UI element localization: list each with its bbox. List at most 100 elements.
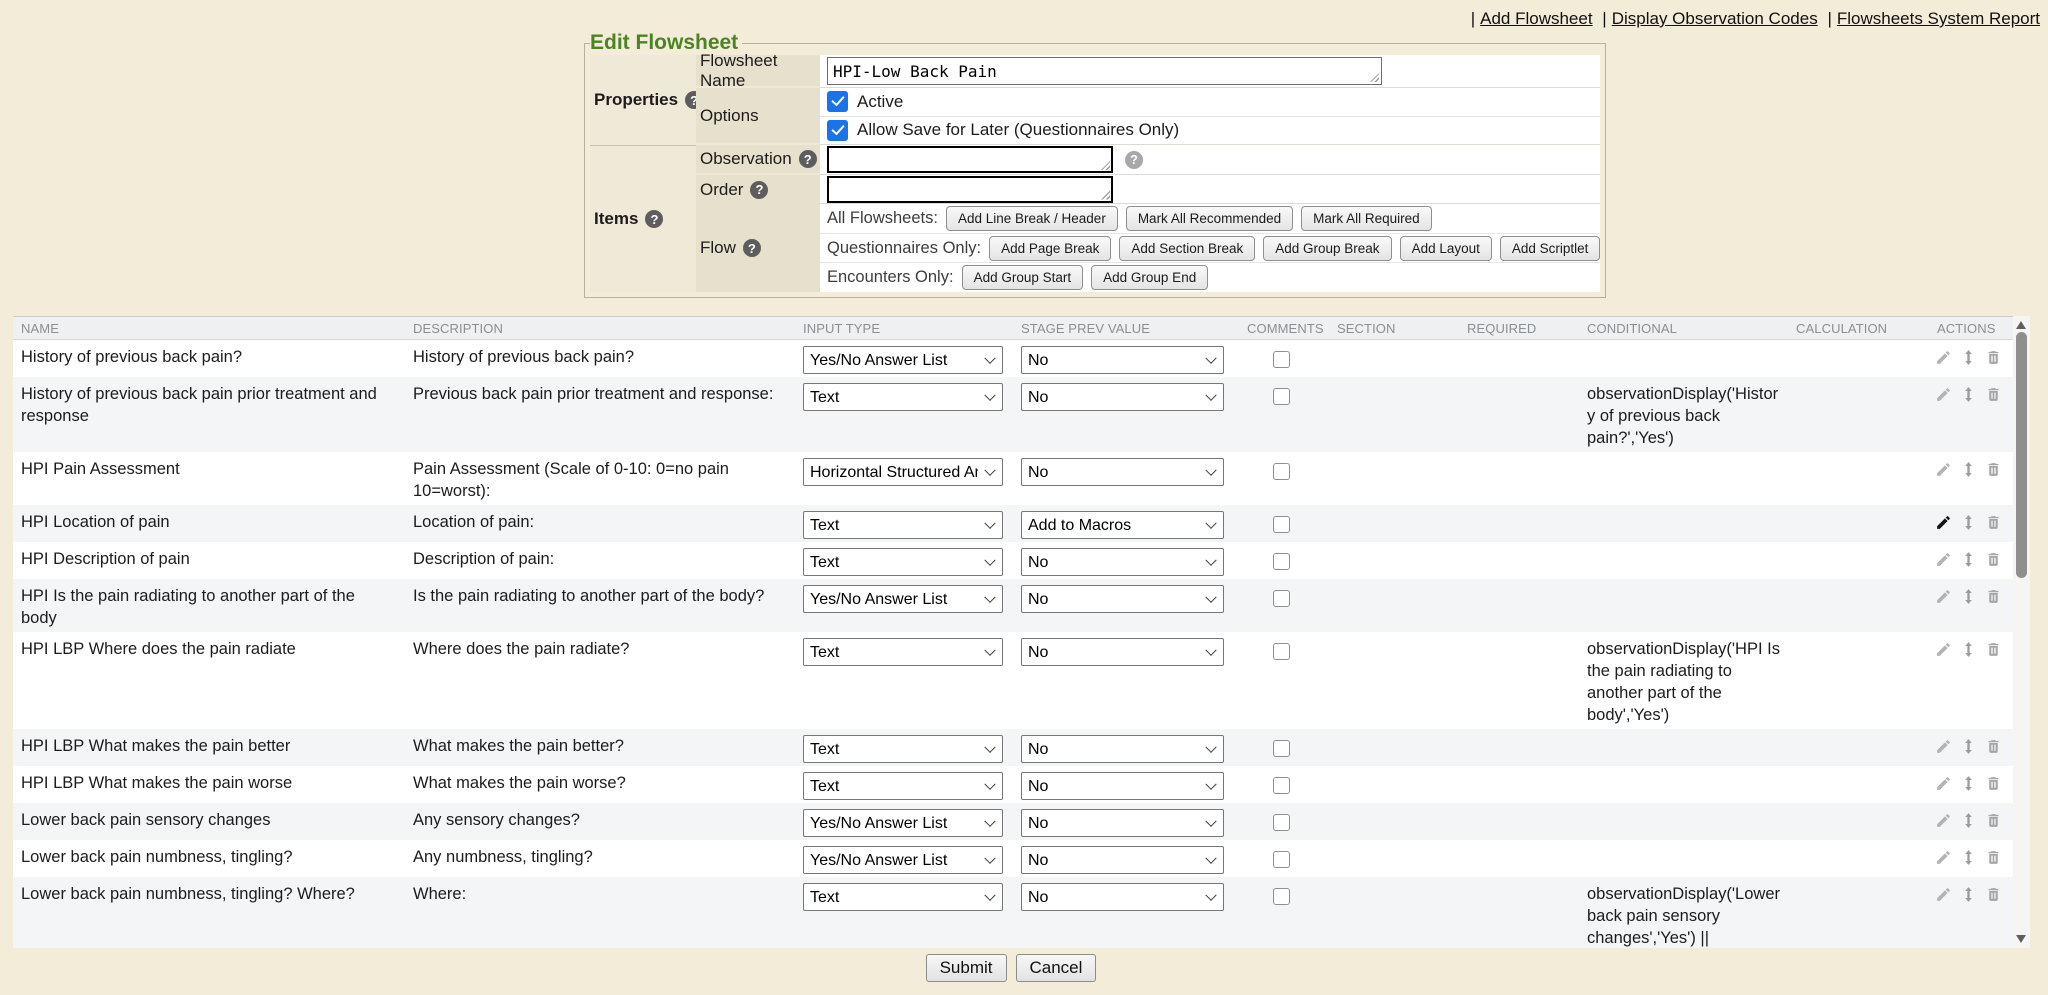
- input-type-select[interactable]: Text: [803, 511, 1003, 539]
- flowsheets-system-report-link[interactable]: Flowsheets System Report: [1837, 9, 2040, 28]
- move-icon[interactable]: [1960, 738, 1977, 755]
- observation-input[interactable]: [827, 146, 1113, 173]
- comments-checkbox[interactable]: [1273, 888, 1290, 905]
- scrollbar-thumb[interactable]: [2016, 332, 2027, 578]
- add-group-end-button[interactable]: Add Group End: [1091, 265, 1208, 290]
- help-icon[interactable]: ?: [743, 239, 761, 257]
- comments-checkbox[interactable]: [1273, 516, 1290, 533]
- move-icon[interactable]: [1960, 641, 1977, 658]
- stage-prev-value-select[interactable]: Add to Macros: [1021, 511, 1224, 539]
- submit-button[interactable]: Submit: [926, 954, 1007, 982]
- move-icon[interactable]: [1960, 386, 1977, 403]
- help-icon[interactable]: ?: [750, 181, 768, 199]
- edit-icon[interactable]: [1935, 551, 1952, 568]
- move-icon[interactable]: [1960, 775, 1977, 792]
- stage-prev-value-select[interactable]: No: [1021, 458, 1224, 486]
- edit-icon[interactable]: [1935, 775, 1952, 792]
- edit-icon[interactable]: [1935, 641, 1952, 658]
- move-icon[interactable]: [1960, 349, 1977, 366]
- edit-icon[interactable]: [1935, 886, 1952, 903]
- input-type-select[interactable]: Yes/No Answer List: [803, 846, 1003, 874]
- stage-prev-value-select[interactable]: No: [1021, 846, 1224, 874]
- stage-prev-value-select[interactable]: No: [1021, 735, 1224, 763]
- stage-prev-value-select[interactable]: No: [1021, 772, 1224, 800]
- stage-prev-value-select[interactable]: No: [1021, 809, 1224, 837]
- move-icon[interactable]: [1960, 461, 1977, 478]
- cancel-button[interactable]: Cancel: [1016, 954, 1097, 982]
- delete-icon[interactable]: [1985, 775, 2002, 792]
- add-flowsheet-link[interactable]: Add Flowsheet: [1480, 9, 1592, 28]
- scroll-down-arrow-icon[interactable]: [2016, 935, 2026, 943]
- stage-prev-value-select[interactable]: No: [1021, 383, 1224, 411]
- move-icon[interactable]: [1960, 849, 1977, 866]
- input-type-select[interactable]: Horizontal Structured Answers: [803, 458, 1003, 486]
- scroll-up-arrow-icon[interactable]: [2016, 321, 2026, 329]
- mark-all-recommended-button[interactable]: Mark All Recommended: [1126, 206, 1293, 231]
- input-type-select[interactable]: Text: [803, 883, 1003, 911]
- delete-icon[interactable]: [1985, 738, 2002, 755]
- input-type-select[interactable]: Text: [803, 772, 1003, 800]
- move-icon[interactable]: [1960, 812, 1977, 829]
- comments-checkbox[interactable]: [1273, 740, 1290, 757]
- stage-prev-value-select[interactable]: No: [1021, 638, 1224, 666]
- add-layout-button[interactable]: Add Layout: [1400, 236, 1492, 261]
- delete-icon[interactable]: [1985, 551, 2002, 568]
- input-type-select[interactable]: Text: [803, 548, 1003, 576]
- comments-checkbox[interactable]: [1273, 388, 1290, 405]
- comments-checkbox[interactable]: [1273, 590, 1290, 607]
- input-type-select[interactable]: Text: [803, 735, 1003, 763]
- edit-icon[interactable]: [1935, 514, 1952, 531]
- comments-checkbox[interactable]: [1273, 814, 1290, 831]
- input-type-select[interactable]: Yes/No Answer List: [803, 346, 1003, 374]
- delete-icon[interactable]: [1985, 849, 2002, 866]
- delete-icon[interactable]: [1985, 461, 2002, 478]
- delete-icon[interactable]: [1985, 349, 2002, 366]
- delete-icon[interactable]: [1985, 641, 2002, 658]
- move-icon[interactable]: [1960, 588, 1977, 605]
- edit-icon[interactable]: [1935, 849, 1952, 866]
- edit-icon[interactable]: [1935, 812, 1952, 829]
- move-icon[interactable]: [1960, 551, 1977, 568]
- add-line-break-header-button[interactable]: Add Line Break / Header: [946, 206, 1118, 231]
- input-type-select[interactable]: Text: [803, 383, 1003, 411]
- delete-icon[interactable]: [1985, 812, 2002, 829]
- edit-icon[interactable]: [1935, 349, 1952, 366]
- stage-prev-value-select[interactable]: No: [1021, 346, 1224, 374]
- order-input[interactable]: [827, 176, 1113, 203]
- comments-checkbox[interactable]: [1273, 643, 1290, 660]
- comments-checkbox[interactable]: [1273, 851, 1290, 868]
- stage-prev-value-select[interactable]: No: [1021, 585, 1224, 613]
- comments-checkbox[interactable]: [1273, 351, 1290, 368]
- delete-icon[interactable]: [1985, 886, 2002, 903]
- add-scriptlet-button[interactable]: Add Scriptlet: [1500, 236, 1601, 261]
- allow-save-checkbox[interactable]: [827, 120, 848, 141]
- add-group-start-button[interactable]: Add Group Start: [962, 265, 1084, 290]
- add-page-break-button[interactable]: Add Page Break: [989, 236, 1111, 261]
- stage-prev-value-select[interactable]: No: [1021, 548, 1224, 576]
- edit-icon[interactable]: [1935, 461, 1952, 478]
- mark-all-required-button[interactable]: Mark All Required: [1301, 206, 1432, 231]
- input-type-select[interactable]: Yes/No Answer List: [803, 809, 1003, 837]
- delete-icon[interactable]: [1985, 514, 2002, 531]
- edit-icon[interactable]: [1935, 386, 1952, 403]
- input-type-select[interactable]: Text: [803, 638, 1003, 666]
- move-icon[interactable]: [1960, 514, 1977, 531]
- help-icon[interactable]: ?: [1125, 151, 1143, 169]
- delete-icon[interactable]: [1985, 588, 2002, 605]
- move-icon[interactable]: [1960, 886, 1977, 903]
- help-icon[interactable]: ?: [645, 210, 663, 228]
- edit-icon[interactable]: [1935, 738, 1952, 755]
- add-group-break-button[interactable]: Add Group Break: [1263, 236, 1391, 261]
- edit-icon[interactable]: [1935, 588, 1952, 605]
- flowsheet-name-input[interactable]: [827, 57, 1382, 85]
- comments-checkbox[interactable]: [1273, 463, 1290, 480]
- stage-prev-value-select[interactable]: No: [1021, 883, 1224, 911]
- delete-icon[interactable]: [1985, 386, 2002, 403]
- display-observation-codes-link[interactable]: Display Observation Codes: [1612, 9, 1818, 28]
- comments-checkbox[interactable]: [1273, 553, 1290, 570]
- input-type-select[interactable]: Yes/No Answer List: [803, 585, 1003, 613]
- help-icon[interactable]: ?: [799, 150, 817, 168]
- comments-checkbox[interactable]: [1273, 777, 1290, 794]
- active-checkbox[interactable]: [827, 91, 848, 112]
- add-section-break-button[interactable]: Add Section Break: [1119, 236, 1255, 261]
